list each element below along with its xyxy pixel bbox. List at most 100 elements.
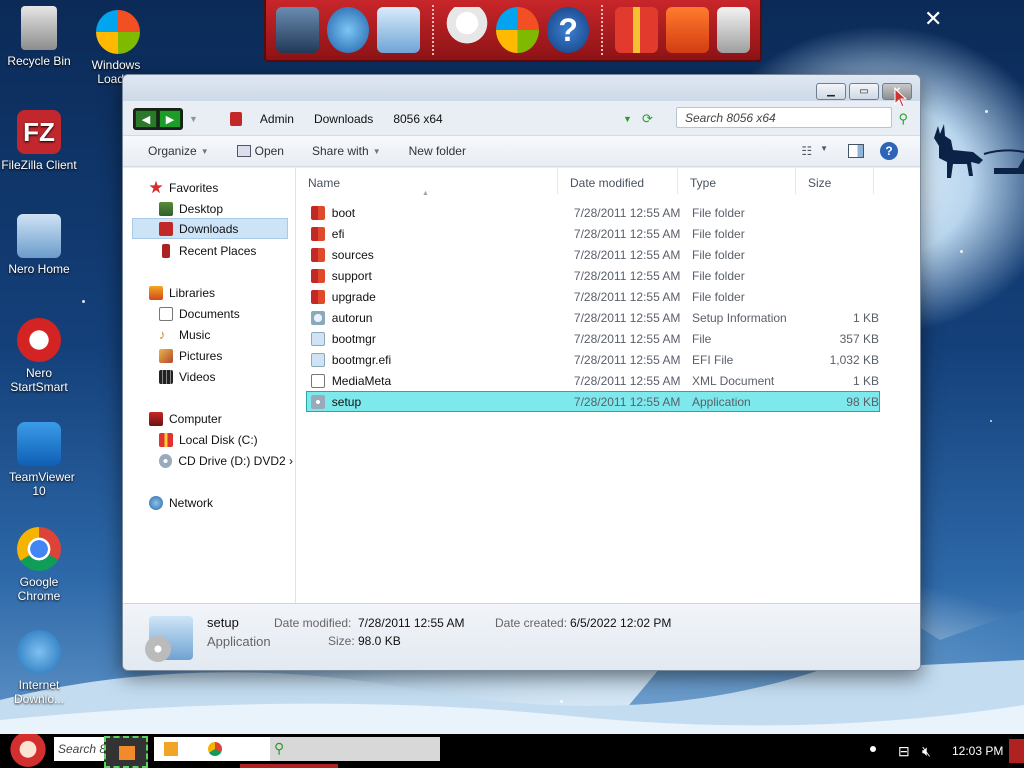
nav-recent-places[interactable]: Recent Places [159,240,289,261]
column-date-modified[interactable]: Date modified [558,168,678,194]
file-name: autorun [331,310,373,325]
nav-cd-drive[interactable]: CD Drive (D:) DVD2 › [159,450,293,471]
desktop-icon-filezilla[interactable]: FZ FileZilla Client [1,110,77,172]
help-icon[interactable]: ? [546,7,590,53]
globe-network-icon[interactable] [326,7,370,53]
desktop-icon-nero-startsmart[interactable]: Nero StartSmart [1,318,77,394]
desktop-icon-teamviewer[interactable]: TeamViewer 10 [1,422,77,498]
address-dropdown-icon[interactable]: ▼ [623,114,632,124]
file-row[interactable]: efi 7/28/2011 12:55 AM File folder [306,223,880,244]
nav-desktop[interactable]: Desktop [159,198,289,219]
file-type: XML Document [692,373,775,388]
title-bar[interactable] [123,75,920,101]
control-panel-icon[interactable] [377,7,420,53]
nav-favorites[interactable]: Favorites [149,177,289,198]
taskbar-search-input[interactable]: Search 8 [54,737,104,761]
column-size[interactable]: Size [796,168,874,194]
file-icon [311,331,325,346]
organize-button[interactable]: Organize ▼ [148,144,209,158]
open-button[interactable]: Open [236,144,284,158]
file-type: Application [692,394,751,409]
mouse-cursor-icon [894,88,908,108]
refresh-icon[interactable]: ⟳ [642,111,653,127]
column-type[interactable]: Type [678,168,796,194]
computer-icon [149,411,163,426]
details-date-created: 6/5/2022 12:02 PM [570,616,672,630]
desktop-icon-nero-home[interactable]: Nero Home [1,214,77,276]
gift-icon[interactable] [615,7,659,53]
recent-pages-chevron-icon[interactable]: ▼ [189,114,198,124]
file-row[interactable]: upgrade 7/28/2011 12:55 AM File folder [306,286,880,307]
breadcrumb-downloads[interactable]: Downloads [304,112,383,126]
details-size-label: Size: [328,634,355,648]
desktop-icon-label: Nero Home [8,262,70,276]
cd-drive-icon [159,453,173,468]
volume-muted-icon[interactable]: 🔇︎ [922,743,931,760]
file-row[interactable]: setup 7/28/2011 12:55 AM Application 98 KB [306,391,880,412]
xml-file-icon [311,373,325,388]
nav-local-disk[interactable]: Local Disk (C:) [159,429,289,450]
nav-pictures[interactable]: Pictures [159,345,289,366]
nav-label: Documents [179,306,240,321]
nav-music[interactable]: ♪ Music [159,324,289,345]
back-button[interactable]: ◀ [135,110,157,128]
file-row[interactable]: MediaMeta 7/28/2011 12:55 AM XML Document 1… [306,370,880,391]
taskbar-active-indicator [240,764,338,768]
clock[interactable]: 12:03 PM [952,744,1003,758]
breadcrumb-current[interactable]: 8056 x64 [383,112,452,126]
sparkle-icon: ✕ [924,6,943,31]
file-date-modified: 7/28/2011 12:55 AM [573,289,681,304]
file-size: 1 KB [852,373,879,388]
taskbar-media-player-button[interactable] [154,737,190,761]
taskbar-chrome-button[interactable] [190,737,270,761]
forward-button[interactable]: ▶ [159,110,181,128]
nav-documents[interactable]: Documents [159,303,289,324]
nav-label: Libraries [169,285,216,300]
new-folder-button[interactable]: New folder [409,144,466,158]
taskbar-explorer-button[interactable] [104,736,148,768]
details-date-modified-label: Date modified: [274,616,352,630]
file-row[interactable]: bootmgr.efi 7/28/2011 12:55 AM EFI File 1,0… [306,349,880,370]
network-icon [149,495,163,510]
network-tray-icon[interactable]: ⊟ [898,743,910,760]
preview-pane-icon[interactable] [848,144,864,158]
file-row[interactable]: autorun 7/28/2011 12:55 AM Setup Informati… [306,307,880,328]
folder-icon[interactable] [666,7,709,53]
maximize-button[interactable]: ▭ [849,83,879,100]
start-button[interactable] [6,734,50,768]
file-row[interactable]: support 7/28/2011 12:55 AM File folder [306,265,880,286]
file-type: EFI File [692,352,734,367]
snowman-icon[interactable] [445,7,489,53]
file-type: File folder [692,289,745,304]
search-icon[interactable]: ⚲ [898,111,908,127]
nav-computer[interactable]: Computer [149,408,289,429]
recycle-bin-icon[interactable] [716,7,750,53]
desktop-icon-recycle-bin[interactable]: Recycle Bin [1,6,77,68]
breadcrumb-admin[interactable]: Admin [250,112,304,126]
share-with-button[interactable]: Share with ▼ [312,144,381,158]
computer-icon[interactable] [276,7,319,53]
nav-videos[interactable]: Videos [159,366,289,387]
help-icon[interactable]: ? [880,142,898,160]
minimize-button[interactable]: ▁ [816,83,846,100]
nav-label: Videos [179,369,216,384]
view-options-button[interactable]: ☷ ▼ [801,144,828,158]
windows-update-icon[interactable] [496,7,539,53]
show-desktop-button[interactable] [1009,739,1024,763]
file-row[interactable]: sources 7/28/2011 12:55 AM File folder [306,244,880,265]
desktop-icon-label: Internet Downlo... [13,678,65,706]
taskbar-search-button[interactable]: ⚲ [270,737,440,761]
file-row[interactable]: boot 7/28/2011 12:55 AM File folder [306,202,880,223]
search-input[interactable]: Search 8056 x64 [676,107,892,128]
desktop-icon-google-chrome[interactable]: Google Chrome [1,527,77,603]
desktop-icon-internet-download[interactable]: Internet Downlo... [1,630,77,706]
nav-network[interactable]: Network [149,492,289,513]
file-date-modified: 7/28/2011 12:55 AM [573,373,681,388]
file-name: bootmgr.efi [331,352,392,367]
nav-libraries[interactable]: Libraries [149,282,289,303]
file-row[interactable]: bootmgr 7/28/2011 12:55 AM File 357 KB [306,328,880,349]
file-size: 1 KB [852,310,879,325]
nav-downloads[interactable]: Downloads [132,218,288,239]
file-name: MediaMeta [331,373,392,388]
breadcrumb[interactable]: Admin Downloads 8056 x64 [229,112,453,126]
